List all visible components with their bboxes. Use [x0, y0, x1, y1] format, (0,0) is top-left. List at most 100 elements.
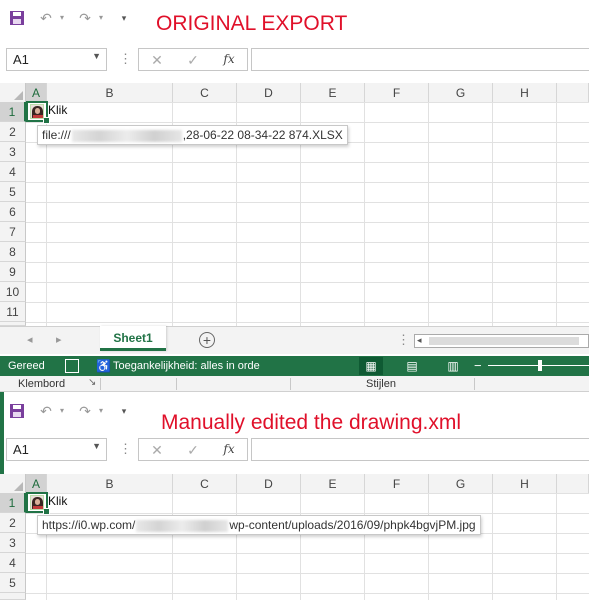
fx-icon[interactable]: fx: [221, 52, 237, 66]
row-header[interactable]: 11: [0, 302, 26, 322]
customize-toolbar-icon[interactable]: ▾: [116, 10, 132, 26]
top-excel-window: ↶ ▾ ↷ ▾ ▾ ORIGINAL EXPORT A1 ▼ ⋮ ✕ ✓ fx …: [0, 0, 589, 392]
redacted-path: [136, 519, 229, 532]
column-header-b[interactable]: B: [47, 83, 173, 103]
hyperlink-tooltip: https://i0.wp.com/wp-content/uploads/201…: [37, 515, 481, 535]
name-box[interactable]: A1 ▼: [6, 48, 107, 71]
redo-icon[interactable]: ↷: [77, 403, 93, 419]
select-all-corner[interactable]: [0, 474, 26, 494]
grid-line: [556, 493, 557, 600]
select-all-corner[interactable]: [0, 83, 26, 103]
column-header-f[interactable]: F: [365, 474, 429, 494]
formula-input[interactable]: [251, 438, 589, 461]
save-icon[interactable]: [9, 10, 25, 26]
row-header[interactable]: 10: [0, 282, 26, 302]
name-box[interactable]: A1 ▼: [6, 438, 107, 461]
scroll-left-icon[interactable]: ◂: [417, 335, 422, 346]
name-box-value: A1: [13, 52, 29, 67]
row-header[interactable]: 2: [0, 122, 26, 142]
column-header-partial: [557, 474, 589, 494]
row-header[interactable]: 8: [0, 242, 26, 262]
cancel-icon[interactable]: ✕: [149, 52, 165, 69]
redo-dropdown-icon[interactable]: ▾: [93, 10, 109, 26]
overlay-label-manually-edited: Manually edited the drawing.xml: [161, 411, 461, 434]
horizontal-scrollbar[interactable]: ◂: [414, 334, 589, 348]
picture-thumbnail[interactable]: [30, 104, 44, 119]
column-header-c[interactable]: C: [173, 474, 237, 494]
column-header-a[interactable]: A: [26, 474, 47, 494]
row-header[interactable]: 7: [0, 222, 26, 242]
chevron-down-icon[interactable]: ▼: [92, 51, 101, 61]
row-header[interactable]: 4: [0, 553, 26, 573]
column-header-a[interactable]: A: [26, 83, 47, 103]
chevron-down-icon[interactable]: ▼: [92, 441, 101, 451]
column-header-e[interactable]: E: [301, 474, 365, 494]
row-header[interactable]: 3: [0, 533, 26, 553]
picture-thumbnail[interactable]: [30, 495, 44, 510]
page-layout-icon[interactable]: ▤: [400, 357, 424, 375]
column-header-d[interactable]: D: [237, 83, 301, 103]
tab-sheet1[interactable]: Sheet1: [100, 326, 166, 351]
undo-dropdown-icon[interactable]: ▾: [54, 403, 70, 419]
overlay-label-original-export: ORIGINAL EXPORT: [156, 12, 348, 35]
normal-view-icon[interactable]: ▦: [359, 357, 383, 375]
accessibility-icon[interactable]: ♿: [96, 356, 111, 376]
enter-icon[interactable]: ✓: [185, 442, 201, 459]
row-header[interactable]: 5: [0, 573, 26, 593]
row-header[interactable]: 6: [0, 202, 26, 222]
macro-recorder-icon[interactable]: [65, 359, 79, 373]
hyperlink-tooltip: file:/// ,28-06-22 08-34-22 874.XLSX: [37, 125, 348, 145]
undo-icon[interactable]: ↶: [38, 10, 54, 26]
dialog-launcher-icon[interactable]: ↘: [88, 377, 96, 388]
column-header-c[interactable]: C: [173, 83, 237, 103]
more-options-icon[interactable]: ⋮: [119, 51, 132, 67]
status-bar: Gereed ♿ Toegankelijkheid: alles in orde…: [0, 356, 589, 376]
column-header-b[interactable]: B: [47, 474, 173, 494]
tab-scroll-left-icon[interactable]: ◂: [27, 333, 33, 346]
cancel-icon[interactable]: ✕: [149, 442, 165, 459]
formula-input[interactable]: [251, 48, 589, 71]
undo-icon[interactable]: ↶: [38, 403, 54, 419]
undo-dropdown-icon[interactable]: ▾: [54, 10, 70, 26]
zoom-out-icon[interactable]: −: [474, 356, 482, 376]
redo-icon[interactable]: ↷: [77, 10, 93, 26]
column-header-h[interactable]: H: [493, 474, 557, 494]
tooltip-suffix: ,28-06-22 08-34-22 874.XLSX: [182, 128, 343, 142]
scrollbar-thumb[interactable]: [429, 337, 579, 345]
enter-icon[interactable]: ✓: [185, 52, 201, 69]
cell-text-klik: Klik: [48, 494, 68, 508]
grid-line: [492, 102, 493, 326]
name-box-value: A1: [13, 442, 29, 457]
row-header[interactable]: 5: [0, 182, 26, 202]
more-options-icon[interactable]: ⋮: [397, 332, 410, 348]
row-header[interactable]: 2: [0, 513, 26, 533]
row-header[interactable]: 1: [0, 493, 26, 513]
row-header[interactable]: 4: [0, 162, 26, 182]
redacted-path: [71, 129, 182, 142]
column-header-d[interactable]: D: [237, 474, 301, 494]
page-break-preview-icon[interactable]: ▥: [441, 357, 465, 375]
grid-line: [428, 102, 429, 326]
save-icon[interactable]: [9, 403, 25, 419]
cell-grid[interactable]: [26, 493, 589, 600]
zoom-slider-handle[interactable]: [538, 360, 542, 371]
redo-dropdown-icon[interactable]: ▾: [93, 403, 109, 419]
status-accessibility[interactable]: Toegankelijkheid: alles in orde: [113, 356, 260, 376]
row-header[interactable]: 9: [0, 262, 26, 282]
add-sheet-button[interactable]: +: [199, 332, 215, 348]
column-header-e[interactable]: E: [301, 83, 365, 103]
grid-line: [172, 493, 173, 600]
row-header[interactable]: 1: [0, 102, 26, 122]
grid-line: [236, 493, 237, 600]
tab-scroll-right-icon[interactable]: ▸: [56, 333, 62, 346]
row-header[interactable]: 3: [0, 142, 26, 162]
grid-line: [492, 493, 493, 600]
column-header-g[interactable]: G: [429, 83, 493, 103]
customize-toolbar-icon[interactable]: ▾: [116, 403, 132, 419]
bottom-excel-window: ↶ ▾ ↷ ▾ ▾ Manually edited the drawing.xm…: [0, 392, 589, 600]
column-header-f[interactable]: F: [365, 83, 429, 103]
fx-icon[interactable]: fx: [221, 442, 237, 456]
column-header-g[interactable]: G: [429, 474, 493, 494]
column-header-h[interactable]: H: [493, 83, 557, 103]
more-options-icon[interactable]: ⋮: [119, 441, 132, 457]
